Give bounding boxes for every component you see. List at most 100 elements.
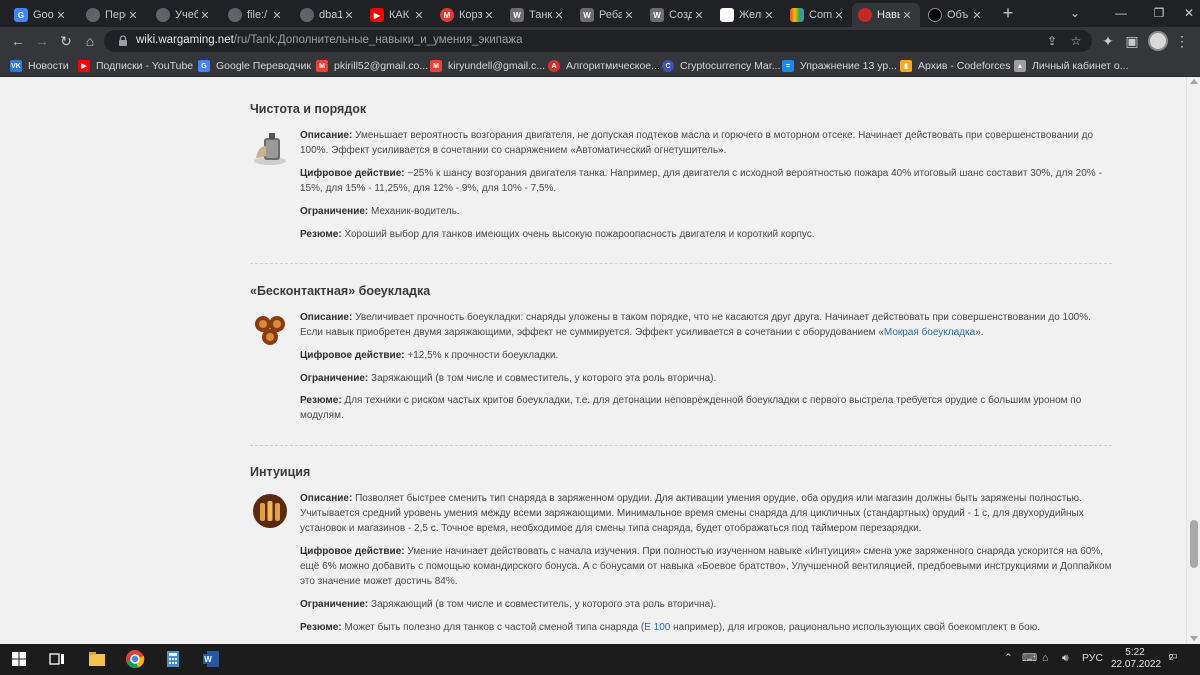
close-icon[interactable]: ✕ (482, 9, 496, 22)
windows-start-icon[interactable] (8, 648, 30, 670)
scroll-up-icon[interactable] (1190, 79, 1198, 84)
close-icon[interactable]: ✕ (412, 9, 426, 22)
show-hidden-icons-icon[interactable]: ⌃ (1004, 652, 1013, 664)
close-icon[interactable]: ✕ (832, 9, 846, 22)
home-icon[interactable]: ⌂ (80, 31, 100, 51)
tab-file[interactable]: file:/✕ (222, 3, 290, 27)
tab-search-chevron-icon[interactable]: ⌄ (1052, 0, 1098, 27)
tab-create[interactable]: W Созд ✕ (644, 3, 712, 27)
skill-limit: Ограничение: Заряжающий (в том числе и с… (300, 599, 717, 610)
section-divider (250, 445, 1112, 446)
profile-avatar[interactable] (1148, 31, 1168, 51)
codeforces-icon: ▮ (900, 60, 912, 72)
skill-title: «Бесконтактная» боеукладка (250, 284, 431, 298)
skill-limit: Ограничение: Заряжающий (в том числе и с… (300, 373, 717, 384)
bookmark-translate[interactable]: G Google Переводчик (198, 58, 311, 74)
vk-icon: VK (10, 60, 22, 72)
tab-tanks[interactable]: W Танк ✕ (504, 3, 572, 27)
bookmark-gmail-2[interactable]: Mkiryundell@gmail.c... (430, 58, 545, 74)
close-icon[interactable]: ✕ (900, 9, 914, 22)
address-bar[interactable]: wiki.wargaming.net/ru/Tank:Дополнительны… (104, 30, 1092, 52)
word-icon[interactable]: W (200, 648, 222, 670)
cabinet-icon: ▲ (1014, 60, 1026, 72)
bookmark-gmail-1[interactable]: Mpkirill52@gmail.co... (316, 58, 428, 74)
system-clock[interactable]: 5:22 22.07.2022 (1111, 647, 1161, 671)
scroll-down-icon[interactable] (1190, 636, 1198, 641)
page-scrollbar[interactable] (1186, 77, 1200, 644)
new-tab-button[interactable]: + (1000, 3, 1016, 23)
bookmark-codeforces[interactable]: ▮ Архив - Codeforces (900, 58, 1010, 74)
wargaming-shield-icon: W (580, 8, 594, 22)
side-panel-icon[interactable]: ▣ (1122, 31, 1142, 51)
bookmark-algorithmic[interactable]: A Алгоритмическое... (548, 58, 660, 74)
bookmark-crypto[interactable]: C Cryptocurrency Mar... (662, 58, 780, 74)
section-divider (250, 263, 1112, 264)
skill-summary: Резюме: Хороший выбор для танков имеющих… (300, 229, 815, 240)
e100-link[interactable]: Е 100 (644, 622, 670, 633)
scrollbar-thumb[interactable] (1190, 520, 1198, 568)
google-icon: G (14, 8, 28, 22)
calculator-icon[interactable] (162, 648, 184, 670)
close-icon[interactable]: ✕ (198, 9, 212, 22)
bookmark-exercise[interactable]: = Упражнение 13 ур... (782, 58, 897, 74)
wet-ammo-rack-link[interactable]: Мокрая боеукладка (884, 327, 975, 338)
close-window-button[interactable]: ✕ (1166, 0, 1200, 27)
tab-strip: GGoog✕ Пере✕ Учеб✕ file:/✕ dba1✕ ▶КАК✕ M… (0, 0, 1200, 27)
keyboard-icon[interactable]: ⌨ (1022, 652, 1037, 664)
tab-dba[interactable]: dba1 ✕ (294, 3, 362, 27)
tab-translate[interactable]: Пере✕ (80, 3, 146, 27)
skill-description: Описание: Позволяет быстрее сменить тип … (300, 493, 1084, 534)
tab-study[interactable]: Учеб ✕ (150, 3, 218, 27)
reload-icon[interactable]: ↻ (56, 31, 76, 51)
tab-ads[interactable]: Объ ✕ (922, 3, 990, 27)
notifications-icon[interactable]: ▭2 (1168, 650, 1182, 662)
close-icon[interactable]: ✕ (552, 9, 566, 22)
ammo-rack-icon (255, 316, 285, 345)
gmail-icon: M (316, 60, 328, 72)
close-icon[interactable]: ✕ (970, 9, 984, 22)
bookmarks-bar: VK Новости ▶ Подписки - YouTube G Google Пе… (0, 55, 1200, 77)
bookmark-youtube[interactable]: ▶ Подписки - YouTube (78, 58, 193, 74)
m-logo-icon: M (440, 8, 454, 22)
coinmarketcap-icon: C (662, 60, 674, 72)
page-content: Чистота и порядок Описание: Уменьшает ве… (0, 77, 1186, 644)
rainbow-icon (790, 8, 804, 22)
close-icon[interactable]: ✕ (54, 9, 68, 22)
tab-google[interactable]: GGoog✕ (8, 3, 74, 27)
bookmark-news[interactable]: VK Новости (10, 58, 69, 74)
tab-com[interactable]: Com ✕ (784, 3, 852, 27)
tab-iron[interactable]: Желе✕ (714, 3, 782, 27)
file-explorer-icon[interactable] (86, 648, 108, 670)
bookmark-star-icon[interactable]: ☆ (1068, 33, 1084, 49)
close-icon[interactable]: ✕ (126, 9, 140, 22)
share-icon[interactable]: ⇪ (1044, 33, 1060, 49)
close-icon[interactable]: ✕ (342, 9, 356, 22)
close-icon[interactable]: ✕ (622, 9, 636, 22)
skill-summary: Резюме: Может быть полезно для танков с … (300, 622, 1040, 633)
input-language[interactable]: РУС (1082, 652, 1103, 664)
forward-icon[interactable]: → (32, 31, 52, 51)
chrome-icon[interactable] (124, 648, 146, 670)
back-icon[interactable]: ← (8, 31, 28, 51)
tab-cart[interactable]: M Корз ✕ (434, 3, 502, 27)
task-view-icon[interactable] (46, 648, 68, 670)
close-icon[interactable]: ✕ (270, 9, 284, 22)
skill-section-ammo-rack: «Бесконтактная» боеукладка Описание: Уве… (250, 284, 1112, 421)
skill-section-intuition: Интуиция Описание: Позволяет быстрее сме… (250, 465, 1112, 633)
close-icon[interactable]: ✕ (762, 9, 776, 22)
bookmark-cabinet[interactable]: ▲ Личный кабинет о... (1014, 58, 1129, 74)
skill-effect: Цифровое действие: +12,5% к прочности бо… (300, 350, 559, 361)
menu-dots-icon[interactable]: ⋮ (1172, 31, 1192, 51)
volume-icon[interactable]: 🔊︎ (1062, 652, 1069, 665)
tab-youtube[interactable]: ▶ КАК ✕ (364, 3, 432, 27)
globe-icon (300, 8, 314, 22)
lock-icon (119, 35, 127, 46)
close-icon[interactable]: ✕ (692, 9, 706, 22)
avito-icon (928, 8, 942, 22)
tab-reba[interactable]: W Реба ✕ (574, 3, 642, 27)
skill-limit: Ограничение: Механик-водитель. (300, 206, 460, 217)
tab-skills-active[interactable]: Навы✕ (852, 3, 920, 27)
extensions-icon[interactable]: ✦ (1098, 31, 1118, 51)
wargaming-shield-icon: W (650, 8, 664, 22)
network-icon[interactable]: ⌂ (1042, 652, 1048, 664)
